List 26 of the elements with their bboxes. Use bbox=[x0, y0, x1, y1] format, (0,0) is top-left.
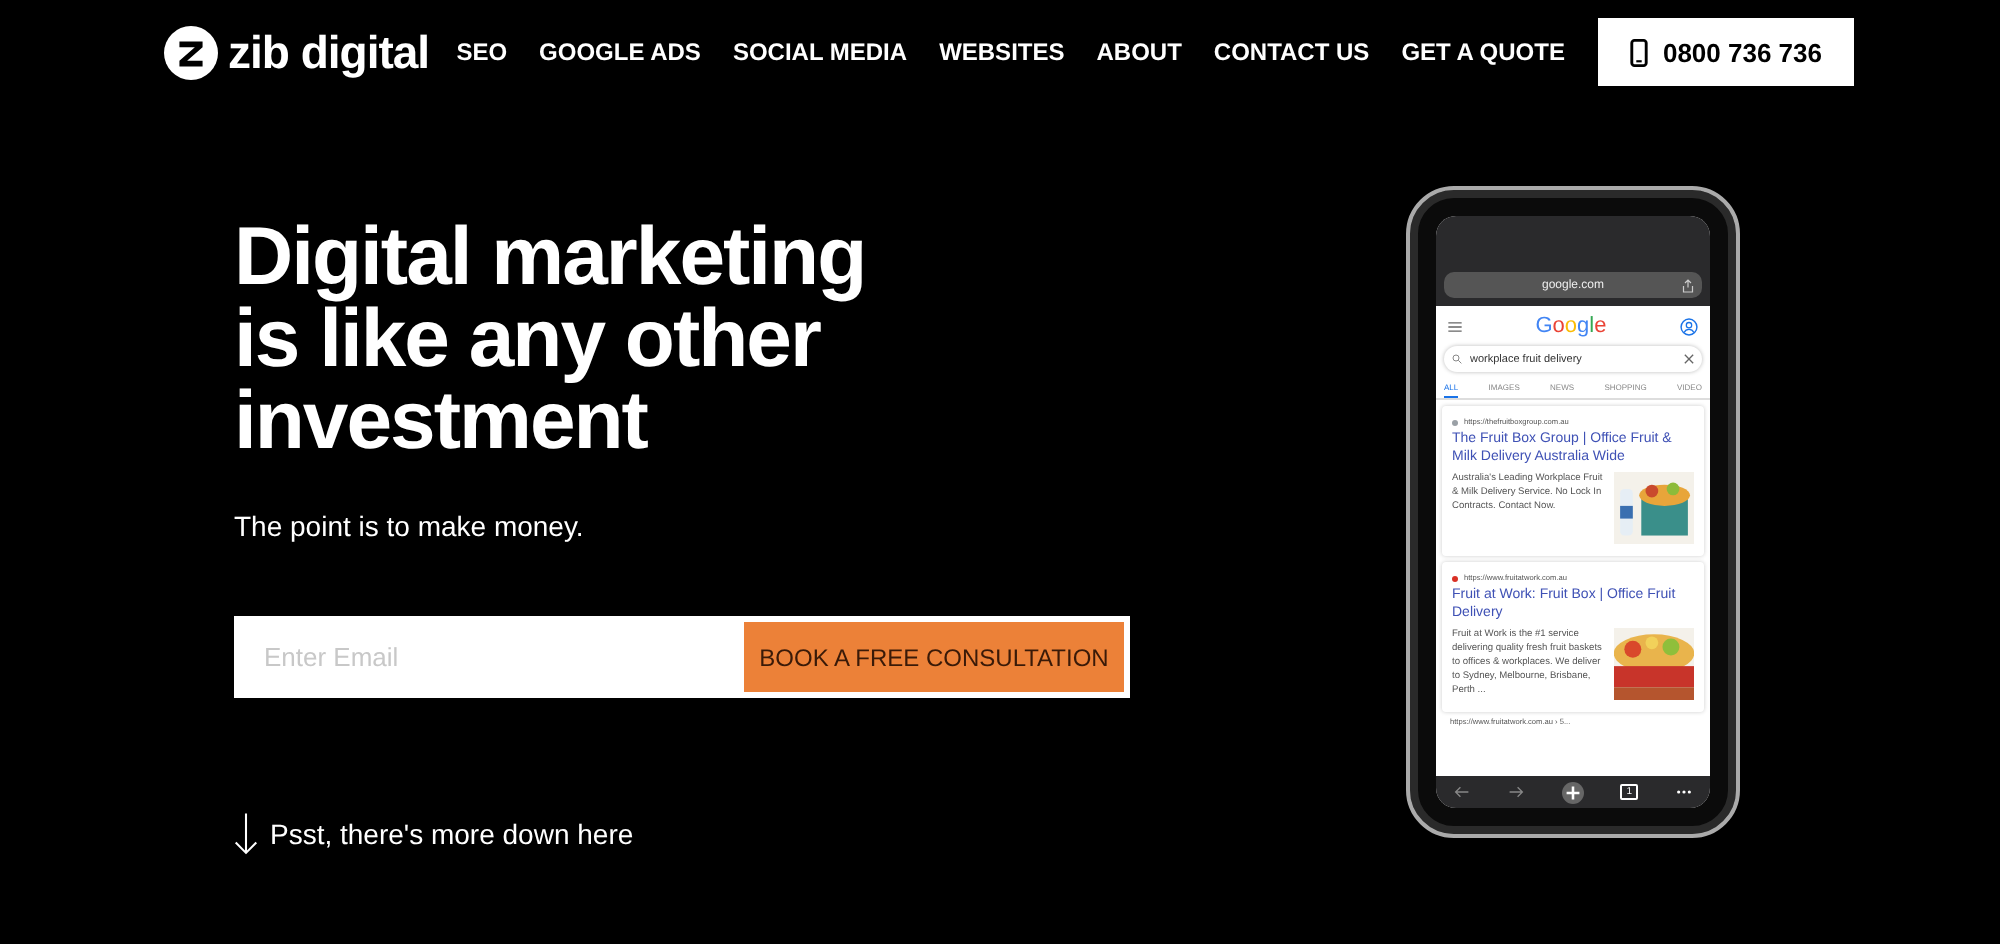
forward-icon[interactable] bbox=[1507, 784, 1524, 800]
menu-icon[interactable] bbox=[1448, 321, 1462, 331]
logo-icon bbox=[164, 25, 218, 79]
consultation-button[interactable]: BOOK A FREE CONSULTATION bbox=[742, 616, 1130, 698]
nav-link[interactable]: GET A QUOTE bbox=[1401, 38, 1565, 66]
plus-icon[interactable] bbox=[1561, 781, 1584, 803]
scroll-hint: Psst, there's more down here bbox=[270, 818, 634, 850]
nav-link[interactable]: SEO bbox=[456, 38, 508, 66]
more-icon[interactable] bbox=[1675, 784, 1692, 800]
nav-link[interactable]: GOOGLE ADS bbox=[539, 38, 701, 66]
phone-icon bbox=[1630, 37, 1649, 67]
back-icon[interactable] bbox=[1454, 784, 1471, 800]
close-icon[interactable] bbox=[1684, 354, 1694, 364]
hero-heading: Digital marketing is like any other investment bbox=[234, 216, 868, 462]
search-icon bbox=[1452, 354, 1462, 364]
account-icon[interactable] bbox=[1679, 317, 1698, 335]
nav-link[interactable]: WEBSITES bbox=[939, 38, 1065, 66]
down-arrow-icon bbox=[234, 810, 258, 858]
hero-subtitle: The point is to make money. bbox=[234, 510, 586, 542]
brand-name: zib digital bbox=[228, 25, 430, 79]
nav-link[interactable]: CONTACT US bbox=[1213, 38, 1370, 66]
share-icon bbox=[1682, 277, 1694, 293]
nav-link[interactable]: ABOUT bbox=[1096, 38, 1182, 66]
google-logo: Google bbox=[1535, 314, 1607, 338]
nav-link[interactable]: SOCIAL MEDIA bbox=[732, 38, 908, 66]
phone-button[interactable]: 0800 736 736 bbox=[1598, 18, 1854, 86]
